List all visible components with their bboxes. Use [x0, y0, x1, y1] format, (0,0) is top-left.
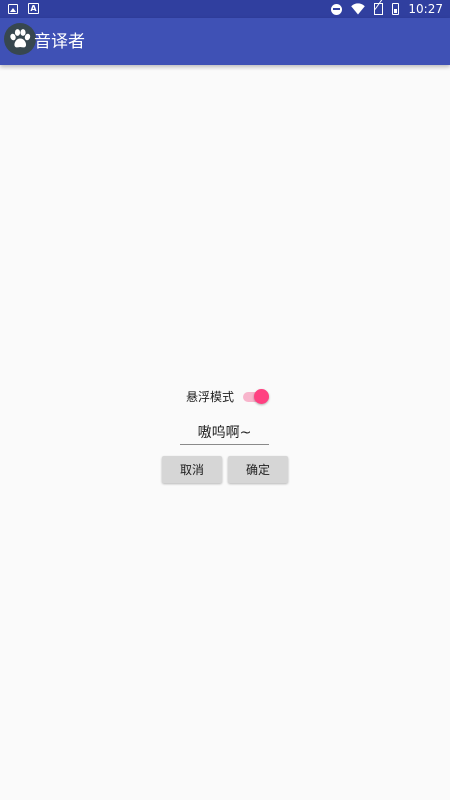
wifi-icon [351, 3, 366, 15]
no-sim-icon [374, 3, 384, 15]
app-title: 音译者 [34, 32, 85, 52]
paw-icon [10, 29, 31, 48]
sound-text-input[interactable] [180, 420, 269, 445]
status-time: 10:27 [408, 2, 443, 16]
float-mode-switch[interactable] [242, 386, 270, 408]
battery-icon [392, 3, 400, 15]
app-logo [4, 23, 36, 55]
switch-thumb [254, 389, 270, 404]
system-icons: 10:27 [331, 1, 443, 17]
app-bar: 音译者 [0, 18, 450, 65]
do-not-disturb-icon [331, 3, 343, 15]
notification-icons: A [8, 3, 39, 14]
cancel-button[interactable]: 取消 [162, 456, 222, 483]
confirm-button[interactable]: 确定 [228, 456, 288, 483]
float-mode-row: 悬浮模式 [186, 386, 270, 408]
status-bar: A 10:27 [0, 0, 450, 18]
image-icon [8, 3, 18, 14]
float-mode-label: 悬浮模式 [186, 390, 235, 404]
font-icon: A [28, 3, 39, 14]
